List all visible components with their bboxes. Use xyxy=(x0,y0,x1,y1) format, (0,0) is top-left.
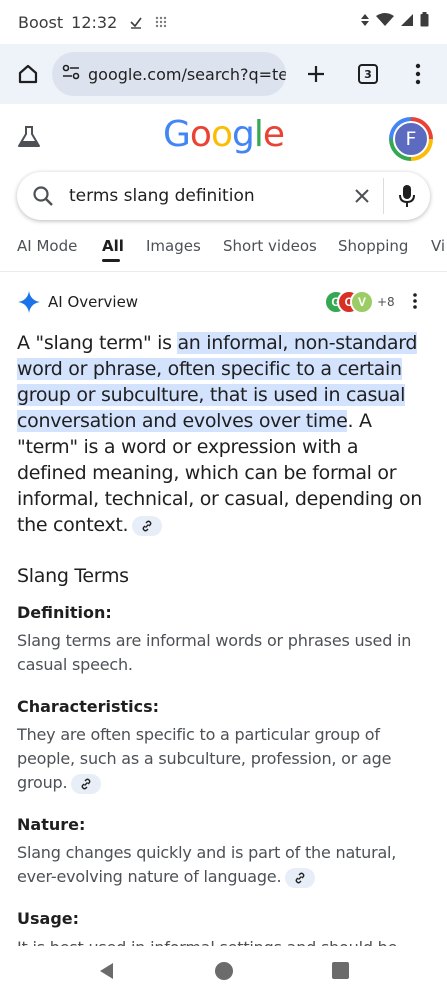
definition-text: Slang terms are informal words or phrase… xyxy=(17,631,412,674)
tab-count: 3 xyxy=(358,64,378,84)
active-tab-indicator xyxy=(102,259,120,262)
link-icon xyxy=(81,778,91,789)
link-icon xyxy=(295,872,305,883)
new-tab-icon[interactable] xyxy=(292,50,340,98)
characteristics-text: They are often specific to a particular … xyxy=(17,723,427,795)
nature-body: Slang changes quickly and is part of the… xyxy=(17,843,397,886)
tab-switcher-button[interactable]: 3 xyxy=(344,50,392,98)
logo-letter: l xyxy=(253,114,264,155)
url-text: google.com/search?q=te xyxy=(88,64,286,84)
source-link-chip[interactable] xyxy=(132,515,163,536)
google-header: Google F xyxy=(0,104,447,170)
tab-all[interactable]: All xyxy=(102,237,124,255)
voice-search-icon[interactable] xyxy=(384,184,430,208)
home-icon[interactable] xyxy=(4,50,52,98)
search-tabs: AI Mode All Images Short videos Shopping… xyxy=(0,226,447,272)
logo-letter: G xyxy=(163,114,191,155)
data-arrows-icon xyxy=(360,13,370,32)
tab-ai-mode[interactable]: AI Mode xyxy=(17,237,77,255)
search-box[interactable]: terms slang definition xyxy=(17,172,430,220)
tab-shopping[interactable]: Shopping xyxy=(338,237,408,255)
section-heading: Slang Terms xyxy=(17,565,129,587)
link-icon xyxy=(142,520,152,531)
ai-overview-menu-icon[interactable] xyxy=(412,291,418,316)
logo-letter: g xyxy=(231,114,255,155)
logo-letter: e xyxy=(262,114,285,155)
address-bar[interactable]: google.com/search?q=te xyxy=(52,52,286,96)
system-nav-bar xyxy=(0,946,447,1000)
check-icon xyxy=(129,15,143,29)
tab-short-videos[interactable]: Short videos xyxy=(223,237,317,255)
nature-label: Nature: xyxy=(17,815,86,834)
nature-text: Slang changes quickly and is part of the… xyxy=(17,841,427,889)
browser-menu-icon[interactable] xyxy=(394,50,442,98)
usage-text: It is best used in informal settings and… xyxy=(17,936,427,946)
signal-icon xyxy=(400,13,414,32)
source-link-chip[interactable] xyxy=(285,867,316,888)
ai-overview-title: AI Overview xyxy=(48,293,139,311)
characteristics-label: Characteristics: xyxy=(17,697,160,716)
recents-icon[interactable] xyxy=(332,962,349,984)
more-sources-count[interactable]: +8 xyxy=(377,295,395,309)
tab-images[interactable]: Images xyxy=(146,237,201,255)
dots-grid-icon xyxy=(155,16,167,28)
usage-label: Usage: xyxy=(17,909,80,928)
ai-overview-header: AI Overview G C V +8 xyxy=(0,287,447,317)
back-icon[interactable] xyxy=(98,962,116,985)
google-logo[interactable]: Google xyxy=(0,114,447,155)
source-avatars[interactable]: G C V xyxy=(324,290,376,314)
source-avatar-v: V xyxy=(350,290,374,314)
ai-sparkle-icon xyxy=(18,291,40,318)
wifi-icon xyxy=(376,12,394,32)
battery-icon xyxy=(420,12,429,32)
source-link-chip[interactable] xyxy=(71,773,102,794)
carrier-name: Boost xyxy=(18,12,64,32)
account-avatar[interactable]: F xyxy=(389,117,433,161)
avatar-letter: F xyxy=(393,121,429,157)
definition-label: Definition: xyxy=(17,603,112,622)
search-icon xyxy=(17,185,69,207)
site-settings-icon[interactable] xyxy=(62,64,80,85)
clock: 12:32 xyxy=(71,12,118,32)
tab-videos[interactable]: Vi xyxy=(431,237,445,255)
home-nav-icon[interactable] xyxy=(214,961,234,986)
logo-letter: o xyxy=(210,114,233,155)
browser-toolbar: google.com/search?q=te 3 xyxy=(0,44,447,104)
clear-search-icon[interactable] xyxy=(340,178,384,214)
status-bar: Boost 12:32 xyxy=(0,0,447,44)
ai-overview-summary: A "slang term" is an informal, non-stand… xyxy=(17,330,429,538)
summary-lead: A "slang term" is xyxy=(17,332,178,354)
search-input[interactable]: terms slang definition xyxy=(69,186,340,206)
logo-letter: o xyxy=(189,114,212,155)
